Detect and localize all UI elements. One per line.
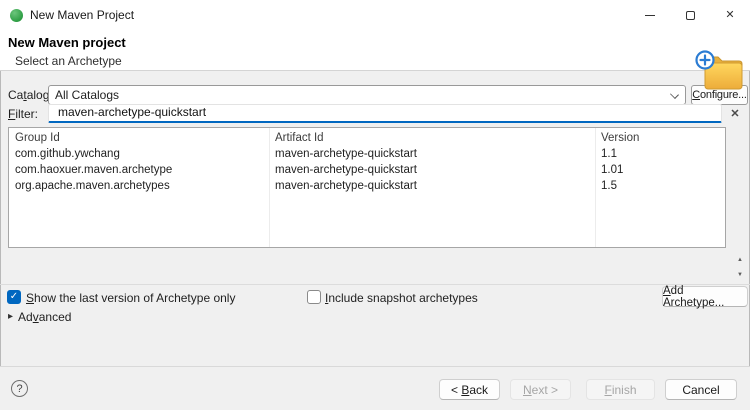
- minimize-button[interactable]: [630, 0, 670, 30]
- page-subtitle: Select an Archetype: [15, 54, 122, 68]
- scroll-up-button[interactable]: ▲: [733, 253, 747, 266]
- next-button: Next >: [510, 379, 571, 400]
- table-row[interactable]: com.github.ywchang maven-archetype-quick…: [9, 147, 725, 163]
- title-bar: New Maven Project ✕: [0, 0, 750, 30]
- table-row[interactable]: com.haoxuer.maven.archetype maven-archet…: [9, 163, 725, 179]
- advanced-expander[interactable]: ▸ Advanced: [8, 310, 71, 324]
- scroll-down-button[interactable]: ▼: [733, 268, 747, 281]
- filter-label: Filter:: [8, 107, 39, 121]
- back-button[interactable]: < Back: [439, 379, 500, 400]
- column-header-version[interactable]: Version: [595, 129, 725, 147]
- filter-input-value: maven-archetype-quickstart: [58, 105, 207, 119]
- show-last-version-checkbox[interactable]: ✓: [7, 290, 21, 304]
- maximize-button[interactable]: [670, 0, 710, 30]
- new-project-folder-icon: [695, 50, 743, 90]
- clear-icon: ✕: [730, 107, 740, 120]
- scroll-up-icon: ▲: [737, 256, 743, 263]
- expander-arrow-icon: ▸: [8, 311, 14, 322]
- close-icon: ✕: [725, 8, 735, 21]
- include-snapshots-checkbox[interactable]: [307, 290, 321, 304]
- catalog-label: Catalog:: [8, 88, 53, 102]
- include-snapshots-label[interactable]: Include snapshot archetypes: [325, 291, 478, 305]
- button-bar: ? < Back Next > Finish Cancel: [0, 366, 750, 410]
- check-icon: ✓: [9, 291, 19, 302]
- help-button[interactable]: ?: [11, 380, 28, 397]
- column-header-artifact-id[interactable]: Artifact Id: [269, 129, 595, 147]
- filter-input[interactable]: maven-archetype-quickstart: [48, 104, 722, 123]
- show-last-version-label[interactable]: Show the last version of Archetype only: [26, 291, 235, 305]
- table-row[interactable]: org.apache.maven.archetypes maven-archet…: [9, 179, 725, 195]
- app-icon: [10, 9, 23, 22]
- advanced-label: Advanced: [18, 310, 72, 324]
- clear-filter-button[interactable]: ✕: [727, 105, 743, 121]
- table-header-row: Group Id Artifact Id Version: [9, 129, 725, 147]
- wizard-header: New Maven project Select an Archetype: [0, 30, 750, 90]
- minimize-icon: [645, 14, 655, 16]
- catalog-selected-value: All Catalogs: [55, 88, 120, 102]
- finish-button: Finish: [586, 379, 655, 400]
- scroll-down-icon: ▼: [737, 271, 743, 278]
- window-title: New Maven Project: [30, 8, 135, 22]
- maximize-icon: [685, 10, 695, 20]
- window-controls: ✕: [630, 0, 750, 30]
- page-title: New Maven project: [8, 35, 126, 50]
- catalog-dropdown[interactable]: All Catalogs: [48, 85, 686, 105]
- separator: [0, 284, 750, 285]
- cancel-button[interactable]: Cancel: [665, 379, 737, 400]
- help-icon: ?: [16, 382, 23, 395]
- new-maven-project-dialog: New Maven Project ✕ New Maven project Se…: [0, 0, 750, 410]
- add-archetype-button[interactable]: Add Archetype...: [662, 285, 748, 309]
- close-button[interactable]: ✕: [710, 0, 750, 30]
- chevron-down-icon: [670, 90, 678, 98]
- column-header-group-id[interactable]: Group Id: [9, 129, 269, 147]
- archetype-table[interactable]: Group Id Artifact Id Version com.github.…: [8, 127, 726, 248]
